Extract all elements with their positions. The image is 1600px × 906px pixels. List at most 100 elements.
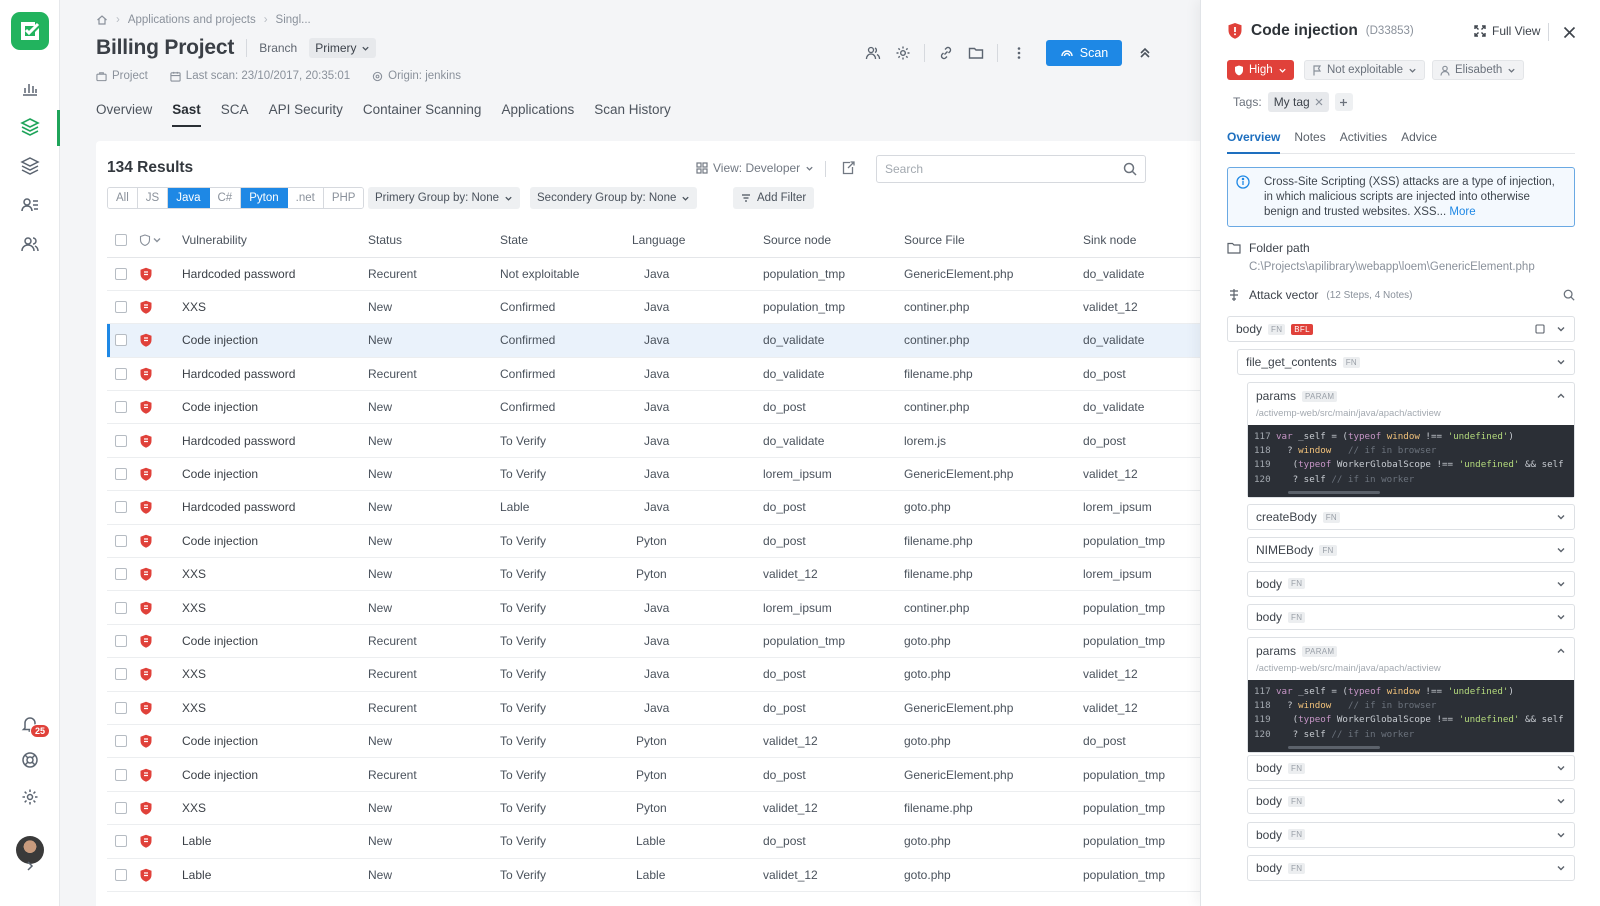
panel-tab-overview[interactable]: Overview (1227, 130, 1281, 154)
add-tag-button[interactable] (1334, 93, 1353, 111)
language-filter-option[interactable]: JS (137, 188, 169, 208)
table-row[interactable]: Code injection New Confirmed Java do_validat… (107, 323, 1200, 358)
table-row[interactable]: Code injection New To Verify Pyton validet_1… (107, 724, 1200, 759)
users-access-icon[interactable] (858, 41, 888, 65)
row-checkbox[interactable] (115, 334, 127, 347)
chevron-down-icon[interactable] (1556, 324, 1566, 334)
link-icon[interactable] (931, 41, 961, 65)
tag-chip[interactable]: My tag (1267, 92, 1329, 112)
tab-scan-history[interactable]: Scan History (594, 102, 671, 127)
table-row[interactable]: Hardcoded password Recurent Not exploitabl… (107, 257, 1200, 291)
close-icon[interactable] (1559, 22, 1579, 42)
table-row[interactable]: XXS New Confirmed Java population_tmp contine… (107, 290, 1200, 325)
attack-node[interactable]: body FN (1247, 855, 1575, 882)
full-view-button[interactable]: Full View (1474, 24, 1540, 38)
row-checkbox[interactable] (115, 735, 127, 748)
chevron-down-icon[interactable] (1556, 863, 1566, 873)
row-checkbox[interactable] (115, 668, 127, 681)
row-checkbox[interactable] (115, 501, 127, 514)
add-filter-button[interactable]: Add Filter (733, 187, 815, 209)
breadcrumb-applications[interactable]: Applications and projects (128, 14, 256, 26)
row-checkbox[interactable] (115, 634, 127, 647)
column-header[interactable]: Source File (904, 224, 1083, 258)
settings-icon[interactable] (888, 41, 918, 65)
chevron-down-icon[interactable] (1556, 357, 1566, 367)
chevron-down-icon[interactable] (1556, 545, 1566, 555)
tab-container-scanning[interactable]: Container Scanning (363, 102, 482, 127)
attack-node[interactable]: NIMEBody FN (1247, 537, 1575, 564)
tab-sast[interactable]: Sast (172, 102, 201, 127)
chevron-up-icon[interactable] (1556, 391, 1566, 401)
users-icon[interactable] (18, 232, 42, 256)
row-checkbox[interactable] (115, 367, 127, 380)
table-row[interactable]: Hardcoded password New Lable Java do_post got… (107, 490, 1200, 525)
row-checkbox[interactable] (115, 768, 127, 781)
chevron-down-icon[interactable] (1556, 796, 1566, 806)
scan-button[interactable]: Scan (1046, 40, 1122, 66)
attack-node-root[interactable]: body FN BFL (1227, 316, 1575, 342)
more-vertical-icon[interactable] (1004, 41, 1034, 65)
language-filter-option[interactable]: .net (287, 188, 324, 208)
table-row[interactable]: Code injection Recurent To Verify Java popul… (107, 624, 1200, 659)
code-scrollbar[interactable] (1288, 491, 1380, 494)
row-checkbox[interactable] (115, 568, 127, 581)
folder-icon[interactable] (961, 41, 991, 65)
table-row[interactable]: Lable New To Verify Lable validet_12 goto.php… (107, 858, 1200, 892)
panel-tab-notes[interactable]: Notes (1294, 130, 1325, 153)
table-row[interactable]: XXS New To Verify Pyton validet_12 filename.p… (107, 557, 1200, 592)
table-row[interactable]: XXS New To Verify Java lorem_ipsum continer.p… (107, 590, 1200, 625)
tab-sca[interactable]: SCA (221, 102, 249, 127)
column-header[interactable]: Language (632, 224, 763, 258)
tab-api-security[interactable]: API Security (269, 102, 343, 127)
chevron-down-icon[interactable] (1556, 512, 1566, 522)
layers-icon[interactable] (18, 154, 42, 178)
column-header[interactable]: Source node (763, 224, 904, 258)
row-checkbox[interactable] (115, 534, 127, 547)
home-icon[interactable] (96, 14, 108, 26)
state-select[interactable]: Not exploitable (1304, 60, 1426, 80)
select-all-checkbox[interactable] (115, 234, 127, 247)
row-checkbox[interactable] (115, 801, 127, 814)
search-icon[interactable] (1123, 162, 1137, 176)
table-row[interactable]: Code injection New To Verify Java lorem_ipsu… (107, 457, 1200, 492)
primary-group-select[interactable]: Primery Group by: None (368, 187, 520, 209)
attack-node[interactable]: body FN (1247, 604, 1575, 631)
language-filter-option[interactable]: All (108, 188, 138, 208)
attack-node[interactable]: body FN (1247, 788, 1575, 815)
settings-gear-icon[interactable] (18, 785, 42, 809)
column-header[interactable]: Vulnerability (182, 224, 368, 258)
row-checkbox[interactable] (115, 868, 127, 881)
severity-select[interactable]: High (1227, 60, 1294, 80)
secondary-group-select[interactable]: Secondery Group by: None (530, 187, 698, 209)
row-checkbox[interactable] (115, 601, 127, 614)
user-list-icon[interactable] (18, 193, 42, 217)
language-filter-option[interactable]: Pyton (241, 188, 288, 208)
column-header[interactable]: Sink node (1083, 224, 1200, 258)
code-scrollbar[interactable] (1288, 746, 1380, 749)
row-checkbox[interactable] (115, 434, 127, 447)
language-filter-option[interactable]: C# (209, 188, 242, 208)
row-checkbox[interactable] (115, 835, 127, 848)
support-lifebuoy-icon[interactable] (18, 748, 42, 772)
panel-tab-activities[interactable]: Activities (1340, 130, 1387, 153)
language-filter-option[interactable]: Java (168, 188, 210, 208)
row-checkbox[interactable] (115, 267, 127, 280)
more-link[interactable]: More (1449, 206, 1475, 218)
language-filter-option[interactable]: PHP (323, 188, 364, 208)
view-select[interactable]: View: Developer (696, 161, 814, 175)
row-checkbox[interactable] (115, 468, 127, 481)
tab-overview[interactable]: Overview (96, 102, 152, 127)
app-logo[interactable] (11, 12, 49, 50)
table-row[interactable]: XXS Recurent To Verify Java do_post GenericEl… (107, 691, 1200, 725)
chevron-down-icon[interactable] (1556, 763, 1566, 773)
row-checkbox[interactable] (115, 401, 127, 414)
table-row[interactable]: XXS New To Verify Pyton validet_12 filename.p… (107, 791, 1200, 826)
chevron-up-icon[interactable] (1556, 646, 1566, 656)
severity-filter-header[interactable] (139, 224, 182, 258)
expand-chevron-right-icon[interactable] (18, 854, 42, 878)
export-icon[interactable] (840, 160, 856, 176)
branch-select[interactable]: Primery (309, 38, 376, 58)
tab-applications[interactable]: Applications (501, 102, 574, 127)
table-row[interactable]: Code injection Recurent To Verify Pyton do_p… (107, 757, 1200, 792)
row-checkbox[interactable] (115, 301, 127, 314)
